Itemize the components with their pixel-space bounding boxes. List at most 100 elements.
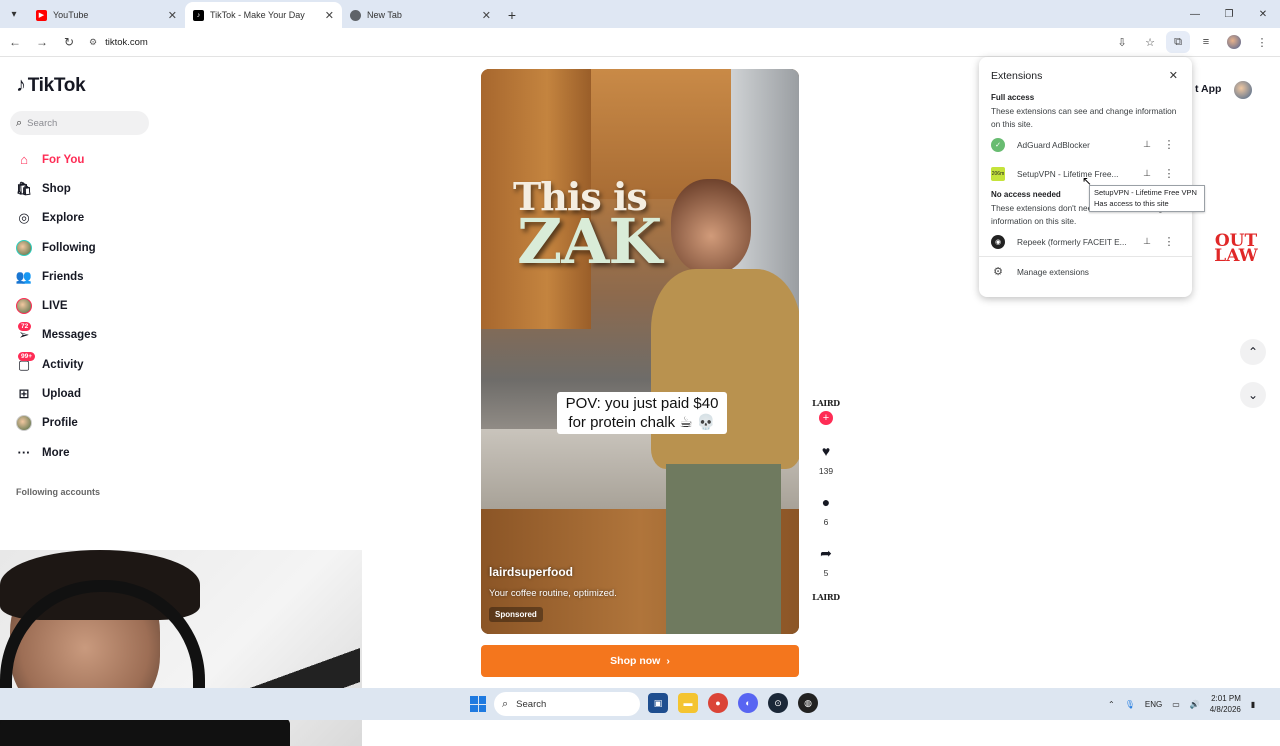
follow-plus-icon[interactable]: + <box>819 411 833 425</box>
notification-bell-icon[interactable]: ▮ <box>1251 700 1255 709</box>
sidebar-item-messages[interactable]: ➢ 72 Messages <box>14 321 97 350</box>
pin-icon[interactable]: ⊥ <box>1136 168 1158 179</box>
tiktok-logo[interactable]: ♪ TikTok <box>16 74 86 97</box>
sidebar-item-activity[interactable]: ▢ 99+ Activity <box>14 350 97 379</box>
extension-row-repeek[interactable]: ◉ Repeek (formerly FACEIT E... ⊥ ⋮ <box>991 227 1180 256</box>
obs-icon[interactable]: ◍ <box>798 693 818 713</box>
close-icon[interactable]: ✕ <box>1169 69 1178 82</box>
clock-time: 2:01 PM <box>1211 694 1241 703</box>
tooltip-subtitle: Has access to this site <box>1094 198 1169 208</box>
tab-search-dropdown[interactable]: ▾ <box>0 0 28 28</box>
close-tab-icon[interactable]: ✕ <box>482 9 491 22</box>
new-tab-button[interactable]: + <box>499 2 525 28</box>
chrome-icon <box>350 9 361 21</box>
search-placeholder: Search <box>27 117 58 129</box>
messages-badge: 72 <box>18 322 32 332</box>
file-explorer-icon[interactable]: ▬ <box>678 693 698 713</box>
more-icon: ··· <box>17 445 31 461</box>
extension-row-adguard[interactable]: ✓ AdGuard AdBlocker ⊥ ⋮ <box>991 130 1180 159</box>
restore-icon[interactable]: ❐ <box>1212 0 1246 28</box>
close-tab-icon[interactable]: ✕ <box>325 9 334 22</box>
next-video-button[interactable]: ⌄ <box>1240 382 1266 408</box>
search-input[interactable]: ⌕ Search <box>10 111 149 135</box>
shop-now-label: Shop now <box>610 655 661 667</box>
more-options-icon[interactable]: ⋮ <box>1158 235 1180 248</box>
taskbar-search-input[interactable]: ⌕ Search <box>494 692 640 716</box>
sidebar-item-label: Explore <box>42 212 85 225</box>
sidebar-item-friends[interactable]: 👥 Friends <box>14 262 97 291</box>
pin-icon[interactable]: ⊥ <box>1136 236 1158 247</box>
sidebar-item-shop[interactable]: 🛍 Shop <box>14 174 97 203</box>
microphone-icon[interactable]: 🎙 <box>1125 700 1135 709</box>
sidebar-item-following[interactable]: Following <box>14 233 97 262</box>
share-icon[interactable]: ➦ <box>814 541 838 565</box>
install-app-icon[interactable]: ⇩ <box>1110 31 1134 53</box>
volume-icon[interactable]: 🔊 <box>1190 700 1200 709</box>
media-controls-icon[interactable]: ≡ <box>1194 31 1218 53</box>
profile-avatar[interactable] <box>1222 31 1246 53</box>
manage-extensions-button[interactable]: ⚙ Manage extensions <box>991 257 1180 286</box>
sidebar-item-for-you[interactable]: ⌂ For You <box>14 145 97 174</box>
browser-toolbar: ← → ↻ ⚙ tiktok.com ⇩ ☆ ⧉ ≡ ⋮ <box>0 28 1280 57</box>
task-view-icon[interactable]: ▣ <box>648 693 668 713</box>
tab-new-tab[interactable]: New Tab ✕ <box>342 2 499 28</box>
shop-now-button[interactable]: Shop now › <box>481 645 799 677</box>
address-bar[interactable]: ⚙ tiktok.com <box>89 31 1109 53</box>
search-icon: ⌕ <box>16 116 23 129</box>
windows-start-icon[interactable] <box>470 696 486 712</box>
video-player[interactable]: This is ZAK POV: you just paid $40 for p… <box>481 69 799 634</box>
heart-icon[interactable]: ♥ <box>814 439 838 463</box>
network-icon[interactable]: ▭ <box>1172 700 1180 709</box>
brand-avatar[interactable]: LAIRD <box>812 398 840 408</box>
search-icon: ⌕ <box>502 697 509 710</box>
tab-tiktok[interactable]: ♪ TikTok - Make Your Day ✕ <box>185 2 342 28</box>
taskbar-search-label: Search <box>516 698 547 710</box>
get-app-button[interactable]: t App <box>1195 83 1221 95</box>
activity-icon: ▢ 99+ <box>14 351 36 375</box>
logo-text: TikTok <box>27 74 86 96</box>
profile-avatar[interactable] <box>1234 81 1252 99</box>
sidebar-item-more[interactable]: ··· More <box>14 438 97 467</box>
person-head <box>671 179 751 274</box>
browser-menu-icon[interactable]: ⋮ <box>1250 31 1274 53</box>
repeek-icon: ◉ <box>991 234 1005 249</box>
sidebar-item-live[interactable]: LIVE <box>14 291 97 320</box>
reload-icon[interactable]: ↻ <box>57 30 81 54</box>
close-window-icon[interactable]: ✕ <box>1246 0 1280 28</box>
window-controls: — ❐ ✕ <box>1178 0 1280 28</box>
tiktok-icon: ♪ <box>193 9 204 21</box>
extension-name: AdGuard AdBlocker <box>1017 139 1090 150</box>
forward-icon[interactable]: → <box>30 30 54 54</box>
more-options-icon[interactable]: ⋮ <box>1158 138 1180 151</box>
clock[interactable]: 2:01 PM 4/8/2026 <box>1210 693 1241 715</box>
sidebar-item-label: Following <box>42 241 96 254</box>
person-shirt <box>651 269 799 469</box>
bookmark-star-icon[interactable]: ☆ <box>1138 31 1162 53</box>
music-disc-brand[interactable]: LAIRD <box>812 592 840 602</box>
sidebar-item-label: Shop <box>42 182 71 195</box>
sponsored-badge: Sponsored <box>489 607 543 622</box>
language-indicator[interactable]: ENG <box>1145 700 1162 709</box>
windows-taskbar: ⌕ Search ▣ ▬ ● ◐ ⊙ ◍ ⌃ 🎙 ENG ▭ 🔊 2:01 PM… <box>0 688 1280 720</box>
previous-video-button[interactable]: ⌃ <box>1240 339 1266 365</box>
sidebar-item-upload[interactable]: ⊞ Upload <box>14 379 97 408</box>
chevron-up-icon[interactable]: ⌃ <box>1108 700 1115 709</box>
pin-icon[interactable]: ⊥ <box>1136 139 1158 150</box>
extensions-puzzle-icon[interactable]: ⧉ <box>1166 31 1190 53</box>
tab-title: YouTube <box>53 10 89 20</box>
steam-icon[interactable]: ⊙ <box>768 693 788 713</box>
tab-youtube[interactable]: ▶ YouTube ✕ <box>28 2 185 28</box>
chrome-icon[interactable]: ● <box>708 693 728 713</box>
sidebar-item-explore[interactable]: ◎ Explore <box>14 204 97 233</box>
sidebar-item-profile[interactable]: Profile <box>14 409 97 438</box>
back-icon[interactable]: ← <box>3 30 27 54</box>
site-info-icon[interactable]: ⚙ <box>89 37 97 48</box>
mouse-cursor-icon: ↖ <box>1082 174 1093 188</box>
comment-icon[interactable]: ● <box>814 490 838 514</box>
discord-icon[interactable]: ◐ <box>738 693 758 713</box>
comment-count: 6 <box>823 517 829 527</box>
more-options-icon[interactable]: ⋮ <box>1158 167 1180 180</box>
video-username[interactable]: lairdsuperfood <box>489 565 573 579</box>
close-tab-icon[interactable]: ✕ <box>168 9 177 22</box>
minimize-icon[interactable]: — <box>1178 0 1212 28</box>
